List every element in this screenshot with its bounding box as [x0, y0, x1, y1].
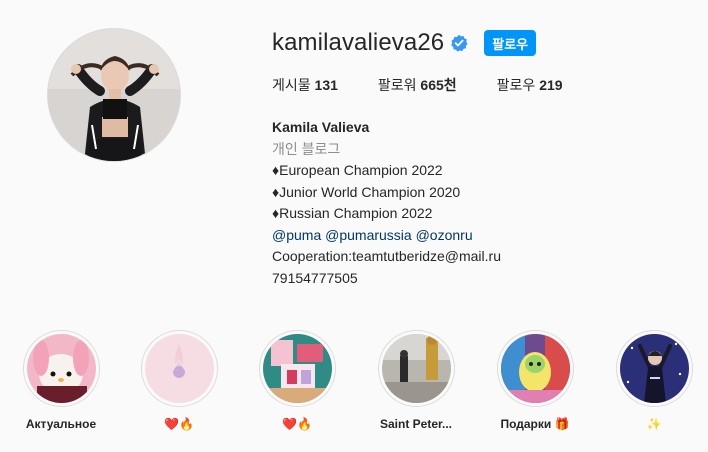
highlight-item[interactable]: ❤️🔥 [120, 330, 238, 431]
highlight-cover[interactable] [615, 330, 693, 407]
profile-avatar[interactable] [47, 28, 181, 162]
profile-stats: 게시물 131 팔로워 665천 팔로우 219 [272, 75, 692, 95]
highlight-label: ✨ [646, 417, 662, 431]
followers-value: 665천 [420, 77, 457, 93]
bio-mentions-link[interactable]: @puma @pumarussia @ozonru [272, 225, 692, 247]
profile-title-row: kamilavalieva26 팔로우 [272, 28, 692, 58]
highlight-item[interactable]: Подарки 🎁 [476, 330, 594, 431]
highlight-cover[interactable] [22, 330, 100, 407]
profile-header: kamilavalieva26 팔로우 게시물 131 팔로워 665천 팔로우… [272, 28, 692, 289]
story-highlights: Актуальное ❤️🔥 ❤️🔥 Saint Peter... Подарк… [0, 330, 708, 440]
posts-label: 게시물 [272, 77, 311, 93]
bio-cooperation: Cooperation:teamtutberidze@mail.ru [272, 248, 501, 264]
highlight-label: ❤️🔥 [282, 417, 312, 431]
posts-value: 131 [314, 77, 338, 93]
following-count[interactable]: 팔로우 219 [497, 75, 563, 95]
highlight-cover[interactable] [496, 330, 574, 407]
highlight-cover[interactable] [258, 330, 336, 407]
category-label: 개인 블로그 [272, 140, 341, 157]
bio-line: ♦Russian Champion 2022 [272, 205, 433, 221]
highlight-item[interactable]: ✨ [595, 330, 708, 431]
bio-line: ♦Junior World Champion 2020 [272, 183, 461, 200]
posts-count: 게시물 131 [272, 75, 338, 95]
followers-count[interactable]: 팔로워 665천 [378, 75, 457, 95]
highlight-item[interactable]: Saint Peter... [357, 330, 475, 431]
highlight-label: Saint Peter... [379, 417, 453, 431]
following-label: 팔로우 [496, 77, 536, 93]
highlight-item[interactable]: ❤️🔥 [238, 330, 356, 431]
highlight-cover[interactable] [140, 330, 218, 407]
bio-phone: 79154777505 [272, 269, 358, 286]
bio-line: ♦European Champion 2022 [272, 162, 443, 178]
highlight-label: Подарки 🎁 [500, 417, 570, 431]
highlight-label: ❤️🔥 [164, 417, 194, 431]
highlight-label: Актуальное [25, 417, 97, 431]
username: kamilavalieva26 [272, 29, 445, 56]
profile-bio: Kamila Valieva 개인 블로그 ♦European Champion… [272, 117, 692, 289]
full-name: Kamila Valieva [272, 119, 370, 135]
highlight-item[interactable]: Актуальное [2, 330, 120, 431]
highlight-cover[interactable] [377, 330, 455, 407]
followers-label: 팔로워 [377, 77, 417, 93]
follow-button[interactable]: 팔로우 [484, 30, 537, 56]
verified-badge-icon [450, 34, 468, 52]
following-value: 219 [539, 77, 563, 93]
